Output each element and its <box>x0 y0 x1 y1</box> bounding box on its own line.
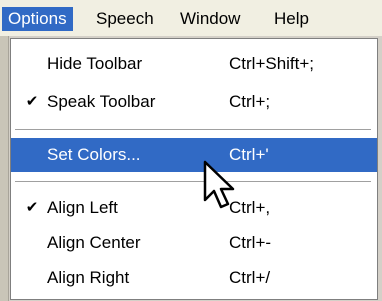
menu-item-label: Set Colors... <box>47 145 141 164</box>
menu-bar: Options Speech Window Help <box>0 0 382 36</box>
menu-item-hide-toolbar[interactable]: Hide Toolbar Ctrl+Shift+; <box>11 47 377 81</box>
menu-item-set-colors[interactable]: Set Colors... Ctrl+' <box>11 138 377 172</box>
menu-item-label: Align Left <box>47 198 118 217</box>
mouse-pointer-arrow-icon <box>203 160 235 209</box>
menu-item-label: Hide Toolbar <box>47 54 143 73</box>
window-edge <box>0 36 9 301</box>
menu-speech[interactable]: Speech <box>90 7 160 31</box>
menu-options[interactable]: Options <box>2 7 73 31</box>
menu-item-label: Align Center <box>47 233 141 252</box>
menu-item-label: Speak Toolbar <box>47 92 156 111</box>
menu-separator <box>15 181 371 182</box>
menu-item-align-left[interactable]: ✔ Align Left Ctrl+, <box>11 191 377 225</box>
menu-item-label: Align Right <box>47 268 130 287</box>
menu-item-shortcut: Ctrl+Shift+; <box>229 54 315 73</box>
menu-separator <box>15 129 371 130</box>
menu-item-shortcut: Ctrl+- <box>229 233 272 252</box>
menu-item-speak-toolbar[interactable]: ✔ Speak Toolbar Ctrl+; <box>11 85 377 119</box>
checkmark-icon: ✔ <box>25 199 39 216</box>
menu-window[interactable]: Window <box>174 7 246 31</box>
menu-item-align-center[interactable]: Align Center Ctrl+- <box>11 226 377 260</box>
menu-item-align-right[interactable]: Align Right Ctrl+/ <box>11 261 377 295</box>
menu-item-shortcut: Ctrl+/ <box>229 268 271 287</box>
menu-item-shortcut: Ctrl+; <box>229 92 271 111</box>
options-dropdown-menu: Hide Toolbar Ctrl+Shift+; ✔ Speak Toolba… <box>10 38 378 300</box>
menu-help[interactable]: Help <box>268 7 315 31</box>
checkmark-icon: ✔ <box>25 93 39 110</box>
